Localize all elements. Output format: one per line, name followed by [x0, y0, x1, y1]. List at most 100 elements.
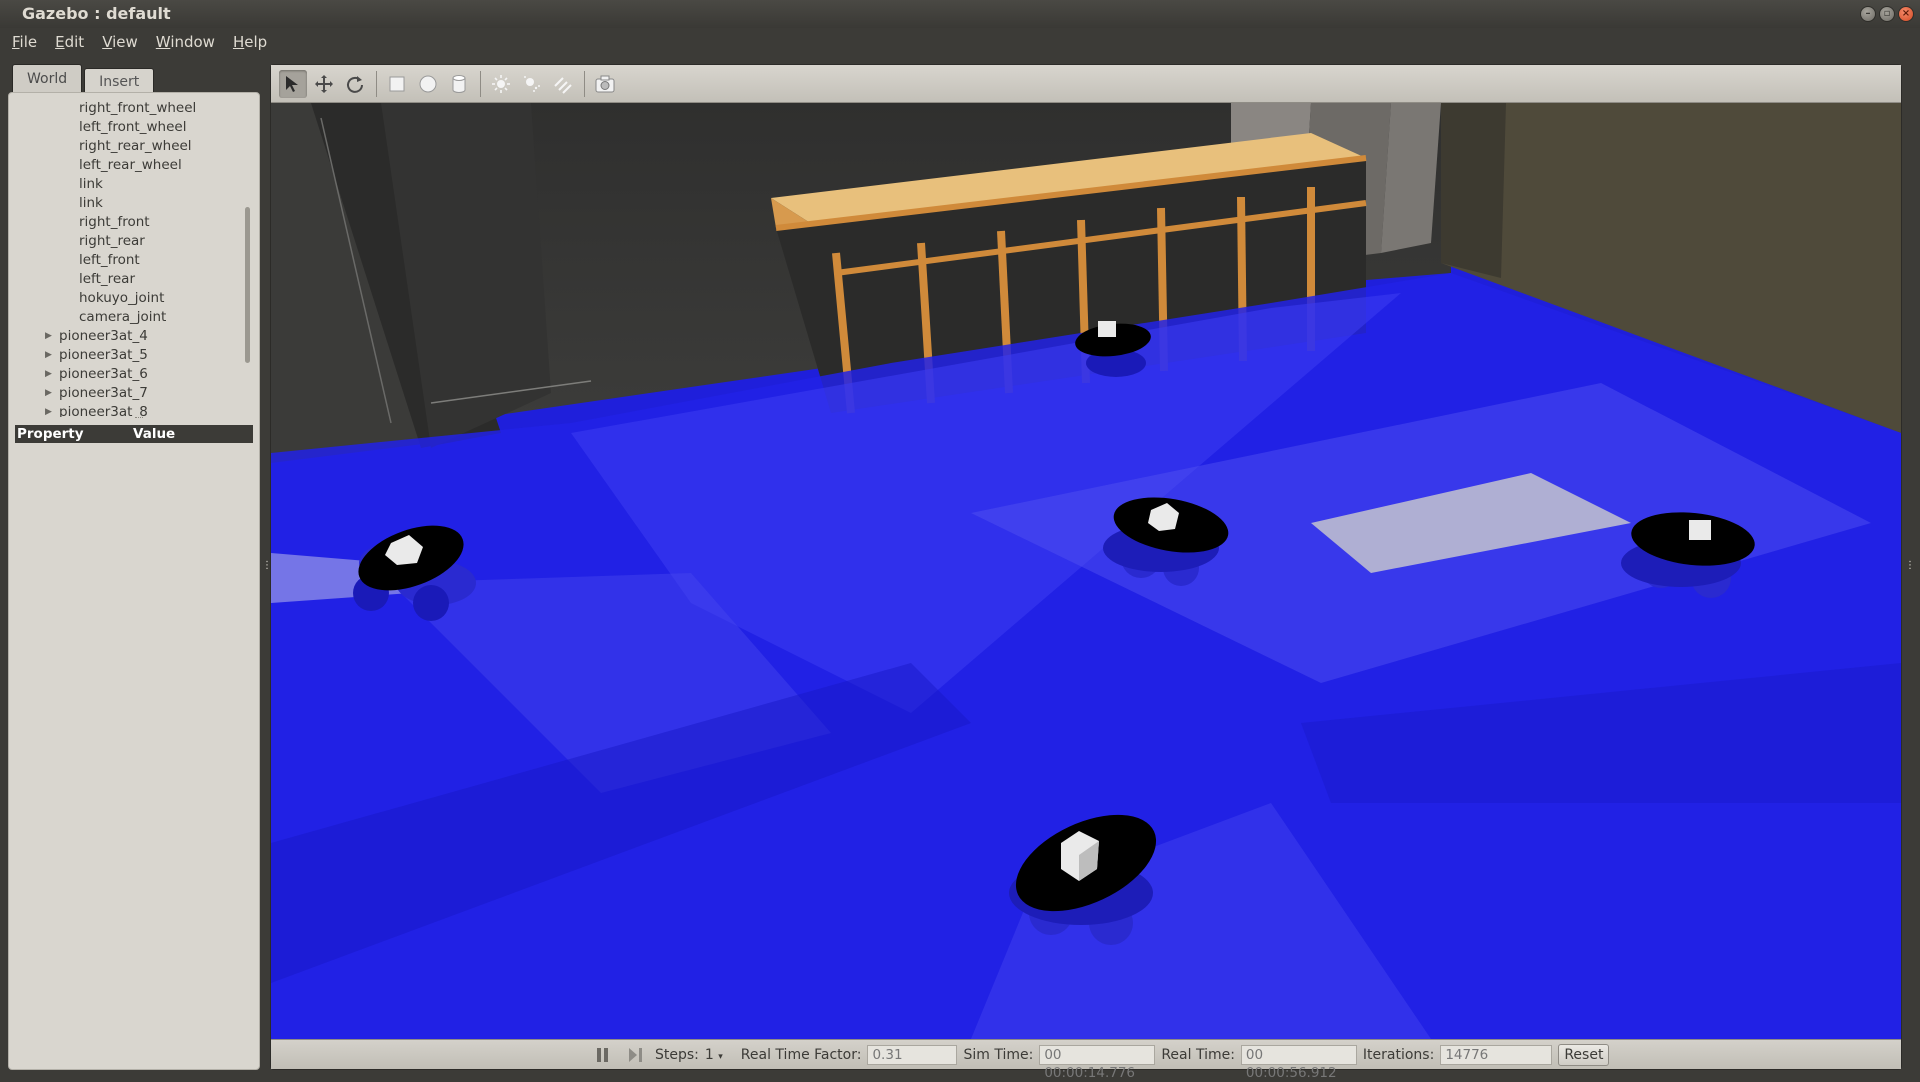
- window-controls: – ▫ ×: [1860, 6, 1914, 22]
- tree-model-label: pioneer3at_6: [59, 366, 148, 382]
- close-button[interactable]: ×: [1898, 6, 1914, 22]
- world-panel: right_front_wheel left_front_wheel right…: [8, 92, 260, 1070]
- menu-file-label: ile: [19, 33, 38, 51]
- world-tree[interactable]: right_front_wheel left_front_wheel right…: [11, 99, 249, 417]
- maximize-button[interactable]: ▫: [1879, 6, 1895, 22]
- tree-item[interactable]: left_rear: [11, 270, 249, 289]
- directional-light-icon: [554, 76, 572, 94]
- tab-insert[interactable]: Insert: [84, 68, 155, 94]
- iterations-label: Iterations:: [1362, 1046, 1435, 1063]
- steps-spinbox[interactable]: 1 ▾: [705, 1047, 723, 1063]
- real-time-factor-label: Real Time Factor:: [740, 1046, 862, 1063]
- sim-time-field: 00 00:00:14.776: [1039, 1044, 1156, 1081]
- select-mode-button[interactable]: [279, 69, 307, 98]
- property-table-header: Property Value: [15, 425, 253, 443]
- tree-model-row[interactable]: ▶ pioneer3at_8: [11, 403, 249, 417]
- sphere-icon: [419, 75, 437, 92]
- rotate-icon: [347, 75, 363, 93]
- spot-light-icon: [524, 75, 540, 92]
- tree-item[interactable]: left_rear_wheel: [11, 156, 249, 175]
- tree-model-row[interactable]: ▶ pioneer3at_4: [11, 327, 249, 346]
- pause-icon[interactable]: [591, 1046, 613, 1064]
- menu-view[interactable]: View: [102, 28, 148, 56]
- scene-render: [271, 103, 1901, 1039]
- title-bar: Gazebo : default – ▫ ×: [0, 0, 1920, 28]
- tab-world[interactable]: World: [12, 64, 83, 94]
- menu-help-mnemonic: H: [232, 33, 245, 51]
- sun-icon: [492, 74, 510, 93]
- tree-model-row[interactable]: ▶ pioneer3at_6: [11, 365, 249, 384]
- menu-window-label: indow: [170, 33, 215, 51]
- menu-window-mnemonic: W: [155, 33, 171, 51]
- toolbar-separator: [480, 70, 481, 97]
- box-icon: [389, 76, 405, 91]
- tree-model-row[interactable]: ▶ pioneer3at_5: [11, 346, 249, 365]
- menu-view-mnemonic: V: [102, 33, 113, 51]
- tree-item[interactable]: right_rear_wheel: [11, 137, 249, 156]
- render-toolbar: [271, 65, 1901, 103]
- point-light-button[interactable]: [487, 70, 515, 98]
- tree-model-label: pioneer3at_8: [59, 404, 148, 417]
- expand-arrow-icon[interactable]: ▶: [45, 327, 52, 346]
- menu-help-label: elp: [244, 33, 268, 51]
- sphere-shape-button[interactable]: [414, 70, 442, 98]
- right-splitter-handle-icon[interactable]: ⋮: [1905, 560, 1915, 572]
- camera-icon: [595, 75, 615, 92]
- cylinder-icon: [452, 74, 466, 93]
- steps-label: Steps:: [655, 1046, 699, 1063]
- value-column-header: Value: [133, 426, 176, 442]
- panel-tabs: World Insert: [12, 64, 156, 94]
- time-panel: Steps: 1 ▾ Real Time Factor: 0.31 Sim Ti…: [271, 1039, 1901, 1081]
- steps-value: 1: [704, 1046, 714, 1063]
- toolbar-separator: [376, 70, 377, 97]
- window-title: Gazebo : default: [22, 4, 171, 23]
- spin-arrow-icon[interactable]: ▾: [718, 1052, 723, 1062]
- translate-mode-button[interactable]: [310, 70, 338, 98]
- tree-item[interactable]: hokuyo_joint: [11, 289, 249, 308]
- 3d-scene-viewport[interactable]: [271, 103, 1901, 1039]
- expand-arrow-icon[interactable]: ▶: [45, 403, 52, 417]
- menu-help[interactable]: Help: [233, 28, 277, 56]
- tree-item[interactable]: left_front: [11, 251, 249, 270]
- rotate-mode-button[interactable]: [341, 70, 369, 98]
- iterations-field: 14776: [1440, 1044, 1553, 1065]
- tree-model-label: pioneer3at_5: [59, 347, 148, 363]
- expand-arrow-icon[interactable]: ▶: [45, 365, 52, 384]
- box-shape-button[interactable]: [383, 70, 411, 98]
- reset-button[interactable]: Reset: [1558, 1043, 1610, 1066]
- expand-arrow-icon[interactable]: ▶: [45, 346, 52, 365]
- menu-edit-mnemonic: E: [55, 33, 65, 51]
- real-time-factor-field: 0.31: [867, 1044, 958, 1065]
- expand-arrow-icon[interactable]: ▶: [45, 384, 52, 403]
- menu-window[interactable]: Window: [156, 28, 225, 56]
- real-time-field: 00 00:00:56.912: [1240, 1044, 1357, 1081]
- tree-model-row[interactable]: ▶ pioneer3at_7: [11, 384, 249, 403]
- step-forward-icon[interactable]: [625, 1046, 647, 1064]
- tree-item[interactable]: camera_joint: [11, 308, 249, 327]
- tree-item[interactable]: right_rear: [11, 232, 249, 251]
- menu-view-label: iew: [112, 33, 138, 51]
- screenshot-button[interactable]: [591, 70, 619, 98]
- tree-item[interactable]: link: [11, 175, 249, 194]
- menu-edit-label: dit: [64, 33, 85, 51]
- move-arrows-icon: [315, 74, 333, 93]
- panel-splitter-handle[interactable]: [135, 417, 143, 421]
- menu-bar: File Edit View Window Help: [0, 28, 1920, 56]
- toolbar-separator: [584, 70, 585, 97]
- minimize-button[interactable]: –: [1860, 6, 1876, 22]
- menu-file[interactable]: File: [12, 28, 47, 56]
- tree-item[interactable]: link: [11, 194, 249, 213]
- menu-file-mnemonic: F: [12, 33, 20, 51]
- menu-edit[interactable]: Edit: [55, 28, 94, 56]
- left-splitter-handle-icon[interactable]: ⋮: [262, 560, 272, 572]
- directional-light-button[interactable]: [549, 70, 577, 98]
- cylinder-shape-button[interactable]: [445, 70, 473, 98]
- property-column-header: Property: [17, 426, 84, 442]
- tree-item[interactable]: right_front: [11, 213, 249, 232]
- tree-item[interactable]: left_front_wheel: [11, 118, 249, 137]
- spot-light-button[interactable]: [518, 70, 546, 98]
- tree-scrollbar[interactable]: [245, 207, 250, 363]
- gazebo-window: Gazebo : default – ▫ × File Edit View Wi…: [0, 0, 1920, 1081]
- tree-item[interactable]: right_front_wheel: [11, 99, 249, 118]
- tree-model-label: pioneer3at_4: [59, 328, 148, 344]
